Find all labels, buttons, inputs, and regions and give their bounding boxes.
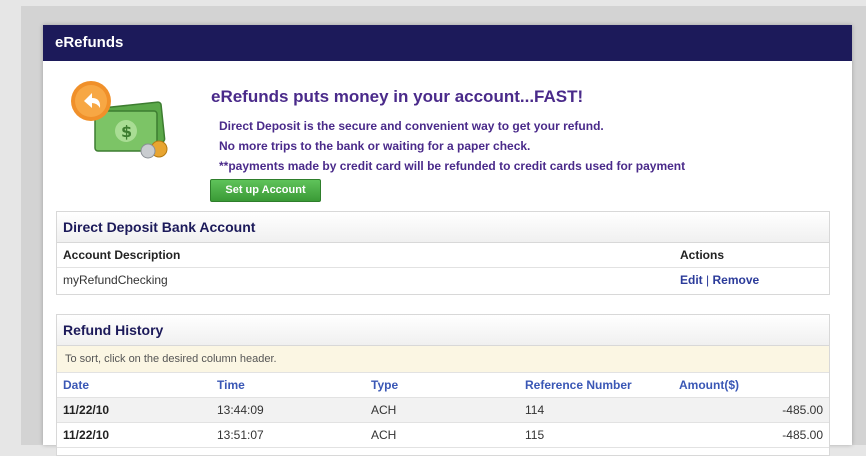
bank-account-section: Direct Deposit Bank Account Account Desc…	[56, 211, 830, 295]
cell-type: ACH	[371, 428, 397, 442]
history-header-row: Date Time Type Reference Number Amount($…	[57, 373, 829, 398]
table-row: 11/22/10 13:51:07 ACH 115 -485.00	[57, 423, 829, 448]
remove-link[interactable]: Remove	[712, 273, 759, 287]
refund-history-section: Refund History To sort, click on the des…	[56, 314, 830, 456]
cell-amount: -485.00	[782, 428, 823, 442]
svg-text:$: $	[121, 122, 132, 141]
col-amount[interactable]: Amount($)	[679, 373, 739, 397]
cell-time: 13:51:07	[217, 428, 264, 442]
promo-line-1: Direct Deposit is the secure and conveni…	[219, 119, 604, 133]
bank-account-row: myRefundChecking Edit | Remove	[57, 268, 829, 294]
col-time[interactable]: Time	[217, 373, 245, 397]
account-description: myRefundChecking	[63, 273, 168, 287]
money-refund-icon: $	[71, 81, 168, 159]
cell-time: 13:44:09	[217, 403, 264, 417]
promo-line-3: **payments made by credit card will be r…	[219, 159, 686, 173]
cell-date: 11/22/10	[63, 403, 110, 417]
cell-type: ACH	[371, 403, 397, 417]
promo-headline: eRefunds puts money in your account...FA…	[211, 87, 584, 106]
col-account-description: Account Description	[63, 248, 181, 262]
bank-account-title: Direct Deposit Bank Account	[57, 212, 829, 243]
cell-reference: 115	[525, 428, 545, 442]
bank-account-header-row: Account Description Actions	[57, 243, 829, 268]
table-row: 11/22/10 13:44:09 ACH 114 -485.00	[57, 398, 829, 423]
cell-amount: -485.00	[782, 403, 823, 417]
col-actions: Actions	[680, 248, 725, 262]
sort-note: To sort, click on the desired column hea…	[57, 346, 829, 373]
account-actions: Edit | Remove	[680, 268, 759, 292]
col-reference-number[interactable]: Reference Number	[525, 373, 632, 397]
col-type[interactable]: Type	[371, 373, 398, 397]
setup-account-button[interactable]: Set up Account	[210, 179, 321, 202]
cell-reference: 114	[525, 403, 545, 417]
col-date[interactable]: Date	[63, 373, 89, 397]
cell-date: 11/22/10	[63, 428, 110, 442]
action-separator: |	[706, 273, 710, 287]
refund-history-title: Refund History	[57, 315, 829, 346]
promo-line-2: No more trips to the bank or waiting for…	[219, 139, 531, 153]
edit-link[interactable]: Edit	[680, 273, 703, 287]
panel-title: eRefunds	[43, 25, 852, 61]
erefunds-panel: eRefunds $ eRefunds puts money in your a…	[43, 25, 852, 456]
